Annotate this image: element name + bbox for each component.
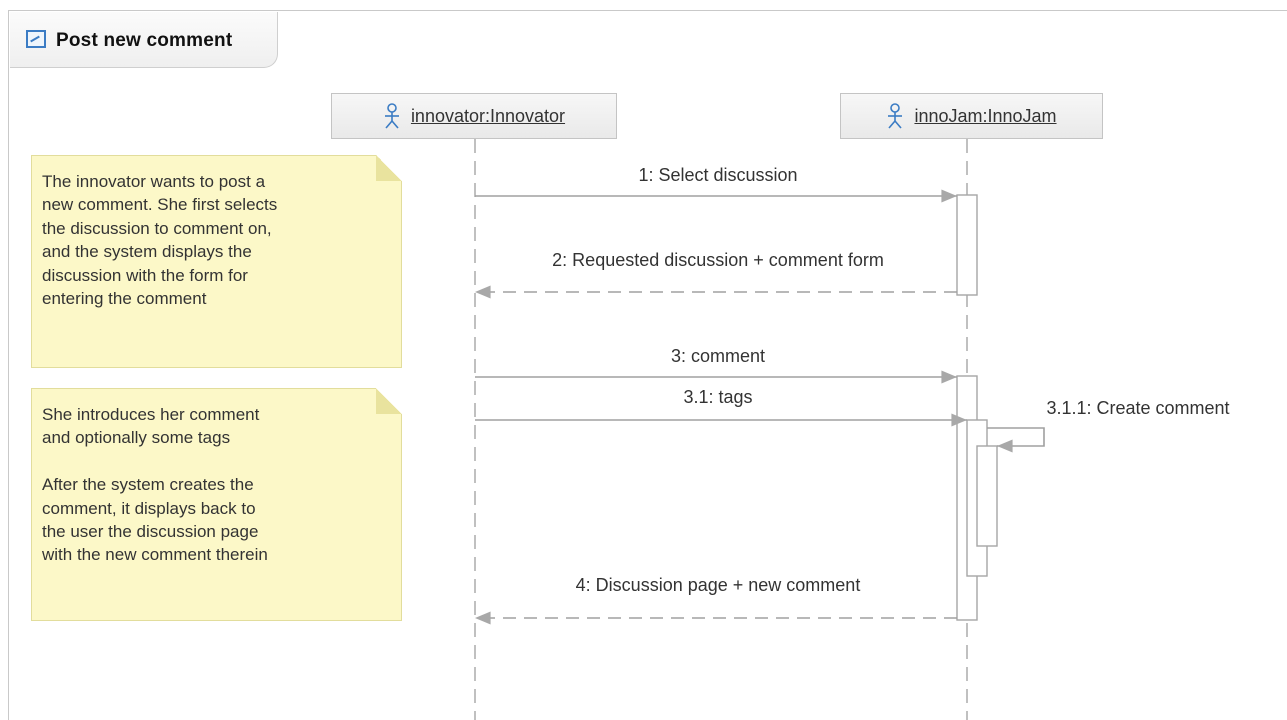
activation-bar [976,445,998,547]
message-label: 1: Select discussion [638,165,798,185]
message-label: 4: Discussion page + new comment [575,575,861,595]
note-1: The innovator wants to post a new commen… [31,155,402,368]
note-text: She introduces her comment and optionall… [42,405,268,565]
message-label: 3.1.1: Create comment [1046,398,1230,418]
message-label: 3: comment [670,346,766,366]
message-label: 3.1: tags [683,387,753,407]
activation-bar [956,194,978,296]
message-label: 2: Requested discussion + comment form [552,250,884,270]
note-2: She introduces her comment and optionall… [31,388,402,621]
note-text: The innovator wants to post a new commen… [42,172,278,309]
message-arrow-self [987,427,1045,453]
